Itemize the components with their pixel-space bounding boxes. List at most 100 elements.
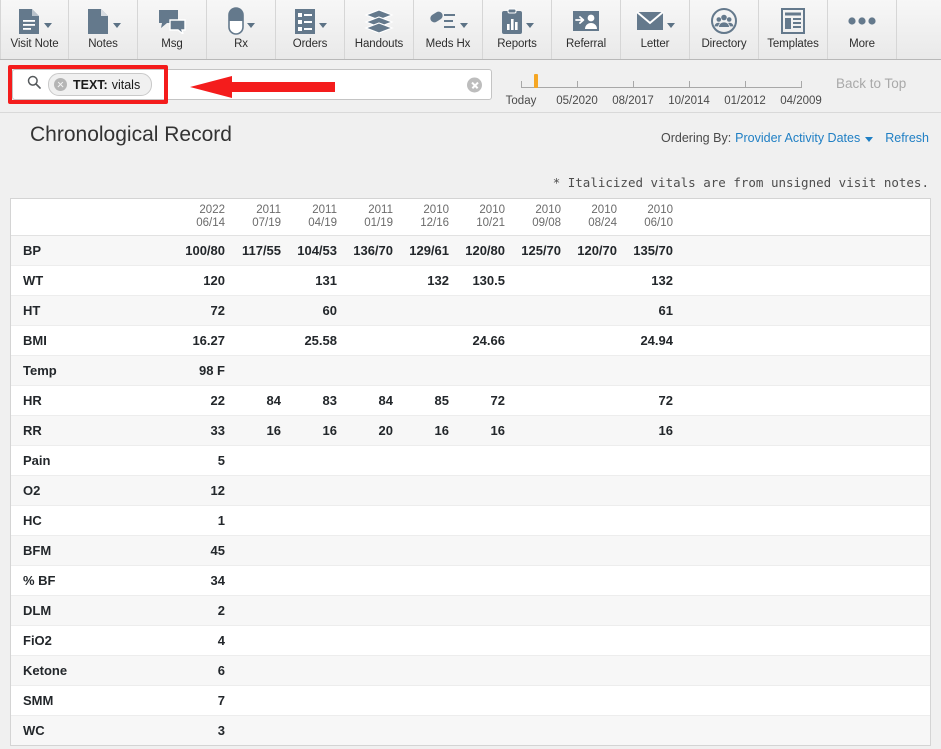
toolbar-button-visit-note[interactable]: Visit Note xyxy=(0,0,69,59)
table-date-column-header: 2010 08/24 xyxy=(563,199,619,236)
vital-value-cell: 104/53 xyxy=(283,234,339,265)
toolbar-button-reports[interactable]: Reports xyxy=(483,0,552,59)
refresh-button[interactable]: Refresh xyxy=(885,131,929,145)
table-row[interactable]: RR 33 16 16 20 16 16 16 xyxy=(11,414,930,445)
table-spacer-cell xyxy=(675,624,930,655)
vital-value-cell xyxy=(283,654,339,685)
timeline-slider[interactable]: Today 05/2020 08/2017 10/2014 01/2012 04/2009 xyxy=(502,65,822,110)
table-spacer-cell xyxy=(675,564,930,595)
table-row[interactable]: BP 100/80 117/55 104/53 136/70 129/61 120/80 12… xyxy=(11,234,930,265)
timeline-label: 05/2020 xyxy=(556,95,598,107)
vital-name-cell: HC xyxy=(11,504,171,535)
vital-value-cell xyxy=(507,534,563,565)
toolbar-button-msg[interactable]: Msg xyxy=(138,0,207,59)
toolbar-button-referral[interactable]: Referral xyxy=(552,0,621,59)
vital-value-cell: 16 xyxy=(227,414,283,445)
clear-search-icon[interactable] xyxy=(467,77,482,92)
chevron-down-icon[interactable] xyxy=(112,22,121,28)
pill-list-icon xyxy=(429,9,457,33)
table-row[interactable]: % BF 34 xyxy=(11,564,930,595)
column-year: 2022 xyxy=(199,203,225,216)
timeline-position-marker[interactable] xyxy=(534,74,538,88)
table-row[interactable]: WC 3 xyxy=(11,714,930,745)
vital-value-cell xyxy=(227,474,283,505)
page-title: Chronological Record xyxy=(30,123,232,146)
vital-name-cell: BMI xyxy=(11,324,171,355)
vital-value-cell: 12 xyxy=(171,474,227,505)
table-row[interactable]: Pain 5 xyxy=(11,444,930,475)
table-row[interactable]: WT 120 131 132 130.5 132 xyxy=(11,264,930,295)
vital-value-cell: 16 xyxy=(451,414,507,445)
toolbar-button-templates[interactable]: Templates xyxy=(759,0,828,59)
timeline-tick xyxy=(745,81,746,88)
vital-name-cell: Pain xyxy=(11,444,171,475)
toolbar-button-notes[interactable]: Notes xyxy=(69,0,138,59)
chevron-down-icon[interactable] xyxy=(459,22,468,28)
vital-value-cell xyxy=(619,444,675,475)
vital-value-cell xyxy=(283,564,339,595)
vital-name-cell: FiO2 xyxy=(11,624,171,655)
vital-value-cell: 131 xyxy=(283,264,339,295)
table-row[interactable]: SMM 7 xyxy=(11,684,930,715)
vital-value-cell xyxy=(563,474,619,505)
toolbar-button-label: Notes xyxy=(88,38,118,50)
toolbar-button-meds-hx[interactable]: Meds Hx xyxy=(414,0,483,59)
timeline-label: 10/2014 xyxy=(668,95,710,107)
vital-value-cell: 61 xyxy=(619,294,675,325)
toolbar-button-letter[interactable]: Letter xyxy=(621,0,690,59)
chevron-down-icon[interactable] xyxy=(865,136,874,142)
vital-value-cell: 24.94 xyxy=(619,324,675,355)
toolbar-button-handouts[interactable]: Handouts xyxy=(345,0,414,59)
toolbar-button-directory[interactable]: Directory xyxy=(690,0,759,59)
vital-value-cell: 60 xyxy=(283,294,339,325)
ordering-value-dropdown[interactable]: Provider Activity Dates xyxy=(735,131,860,145)
table-spacer-cell xyxy=(675,714,930,745)
toolbar-button-more[interactable]: More xyxy=(828,0,897,59)
table-spacer-cell xyxy=(675,684,930,715)
search-input[interactable]: TEXT: vitals xyxy=(12,69,492,100)
table-row[interactable]: HR 22 84 83 84 85 72 72 xyxy=(11,384,930,415)
chevron-down-icon[interactable] xyxy=(44,22,52,28)
vital-value-cell xyxy=(395,534,451,565)
search-filter-token[interactable]: TEXT: vitals xyxy=(48,73,153,96)
column-date: 06/14 xyxy=(196,216,225,229)
vital-value-cell: 120 xyxy=(171,264,227,295)
vital-value-cell: 45 xyxy=(171,534,227,565)
toolbar-button-orders[interactable]: Orders xyxy=(276,0,345,59)
vital-value-cell: 34 xyxy=(171,564,227,595)
vital-value-cell xyxy=(283,444,339,475)
vital-name-cell: WT xyxy=(11,264,171,295)
chevron-down-icon[interactable] xyxy=(318,22,327,28)
vital-value-cell: 120/70 xyxy=(563,234,619,265)
table-row[interactable]: BFM 45 xyxy=(11,534,930,565)
vital-value-cell xyxy=(283,684,339,715)
table-row[interactable]: HC 1 xyxy=(11,504,930,535)
table-row[interactable]: O2 12 xyxy=(11,474,930,505)
vital-value-cell xyxy=(563,414,619,445)
table-spacer-cell xyxy=(675,474,930,505)
table-row[interactable]: BMI 16.27 25.58 24.66 24.94 xyxy=(11,324,930,355)
table-row[interactable]: Temp 98 F xyxy=(11,354,930,385)
back-to-top-button[interactable]: Back to Top xyxy=(836,76,906,91)
chevron-down-icon[interactable] xyxy=(525,22,534,28)
table-row[interactable]: DLM 2 xyxy=(11,594,930,625)
token-remove-icon[interactable] xyxy=(54,78,67,91)
vital-value-cell: 84 xyxy=(339,384,395,415)
chevron-down-icon[interactable] xyxy=(246,22,255,28)
main-toolbar: Visit Note Notes Msg Rx Orders Handouts Meds H… xyxy=(0,0,941,60)
vital-value-cell xyxy=(563,684,619,715)
vital-value-cell xyxy=(339,264,395,295)
chevron-down-icon[interactable] xyxy=(666,22,675,28)
vital-value-cell: 83 xyxy=(283,384,339,415)
vital-value-cell xyxy=(339,474,395,505)
clipboard-chart-icon xyxy=(501,8,523,35)
vital-value-cell xyxy=(339,594,395,625)
table-row[interactable]: Ketone 6 xyxy=(11,654,930,685)
toolbar-button-label: Templates xyxy=(767,38,819,50)
vital-name-cell: BP xyxy=(11,234,171,265)
toolbar-button-rx[interactable]: Rx xyxy=(207,0,276,59)
table-row[interactable]: FiO2 4 xyxy=(11,624,930,655)
timeline-label: 04/2009 xyxy=(780,95,822,107)
table-row[interactable]: HT 72 60 61 xyxy=(11,294,930,325)
column-date: 09/08 xyxy=(532,216,561,229)
